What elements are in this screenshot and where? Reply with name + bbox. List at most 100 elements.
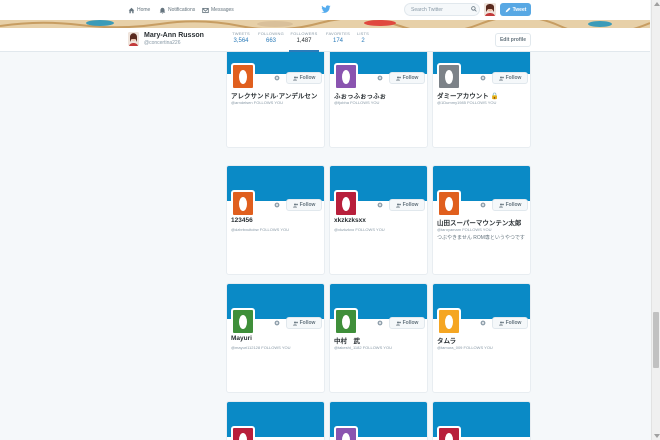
follow-button[interactable]: Follow [286, 72, 322, 84]
follows-you-badge: FOLLOWS YOU [350, 100, 380, 105]
card-name[interactable]: 中村 武 [334, 335, 360, 345]
card-handle-text[interactable]: @tamura_009 [437, 345, 462, 350]
card-name[interactable]: アレクサンドル·アンデルセン [231, 90, 317, 100]
gear-icon[interactable] [377, 202, 383, 208]
card-name[interactable]: タムラ [437, 335, 456, 345]
card-name[interactable]: ふぉっふぉっふぉ [334, 90, 386, 100]
card-avatar[interactable] [437, 426, 461, 440]
follow-button[interactable]: Follow [492, 317, 528, 329]
card-avatar[interactable] [231, 308, 255, 335]
scrollbar[interactable] [651, 0, 660, 440]
card-name[interactable]: xkzkzksxx [334, 217, 366, 224]
search-icon[interactable] [471, 6, 477, 12]
card-handle: @taroyamam FOLLOWS YOU [437, 227, 491, 232]
follow-button[interactable]: Follow [389, 199, 425, 211]
search-input[interactable]: Search Twitter [404, 3, 480, 16]
stat-value: 663 [265, 38, 276, 44]
follower-card[interactable]: Follow 中村 武 @takeshi_1182 FOLLOWS YOU [329, 283, 428, 393]
follow-button[interactable]: Follow [286, 317, 322, 329]
follower-card[interactable]: Follow ふぉっふぉっふぉ @fjobha FOLLOWS YOU [329, 52, 428, 148]
card-handle-text[interactable]: @arndelsen [231, 100, 253, 105]
follow-button-label: Follow [299, 202, 316, 208]
gear-icon[interactable] [480, 75, 486, 81]
card-avatar[interactable] [334, 63, 358, 90]
gear-icon[interactable] [274, 202, 280, 208]
stat-following[interactable]: FOLLOWING 663 [257, 31, 285, 52]
scroll-thumb[interactable] [653, 312, 659, 368]
card-avatar[interactable] [231, 190, 255, 217]
user-avatar-menu[interactable] [484, 3, 496, 16]
stat-followers[interactable]: FOLLOWERS 1,487 [289, 31, 319, 52]
edit-profile-button[interactable]: Edit profile [495, 33, 531, 47]
follower-card[interactable] [432, 401, 531, 440]
follower-card[interactable] [329, 401, 428, 440]
card-handle-text[interactable]: @1Dummy1985 [437, 100, 466, 105]
gear-icon[interactable] [480, 202, 486, 208]
card-avatar[interactable] [437, 63, 461, 90]
follow-button[interactable]: Follow [389, 72, 425, 84]
scroll-down-arrow[interactable] [654, 434, 660, 438]
gear-icon[interactable] [480, 320, 486, 326]
card-avatar[interactable] [334, 190, 358, 217]
profile-avatar[interactable] [128, 32, 139, 46]
card-avatar[interactable] [334, 426, 358, 440]
follows-you-badge: FOLLOWS YOU [467, 100, 497, 105]
follower-card[interactable]: Follow xkzkzksxx @xkzkzkxo FOLLOWS YOU [329, 165, 428, 275]
tweet-button[interactable]: Tweet [500, 3, 531, 16]
bell-icon [159, 7, 166, 14]
follower-card[interactable]: Follow タムラ @tamura_009 FOLLOWS YOU [432, 283, 531, 393]
card-avatar[interactable] [437, 308, 461, 335]
card-handle: @dzbrbxuitobw FOLLOWS YOU [231, 227, 289, 232]
follows-you-badge: FOLLOWS YOU [261, 345, 291, 350]
card-avatar[interactable] [334, 308, 358, 335]
follower-card[interactable]: Follow アレクサンドル·アンデルセン @arndelsen FOLLOWS Y… [226, 52, 325, 148]
follow-button[interactable]: Follow [389, 317, 425, 329]
card-name[interactable]: 123456 [231, 217, 253, 224]
gear-icon[interactable] [274, 320, 280, 326]
stat-favorites[interactable]: FAVORITES 174 [324, 31, 352, 52]
follower-card[interactable]: Follow ダミーアカウント 🔒 @1Dummy1985 FOLLOWS YOU [432, 52, 531, 148]
card-handle-text[interactable]: @takeshi_1182 [334, 345, 362, 350]
egg-avatar-icon [239, 69, 247, 84]
card-handle-text[interactable]: @mayuri112128 [231, 345, 260, 350]
follower-card[interactable]: Follow 山田スーパーマウンテン太郎 @taroyamam FOLLOWS YO… [432, 165, 531, 275]
stat-label: LISTS [356, 31, 370, 36]
card-handle-text[interactable]: @xkzkzkxo [334, 227, 354, 232]
card-handle-text[interactable]: @fjobha [334, 100, 349, 105]
card-handle: @1Dummy1985 FOLLOWS YOU [437, 100, 496, 105]
card-name[interactable]: Mayuri [231, 335, 252, 342]
gear-icon[interactable] [377, 75, 383, 81]
follows-you-badge: FOLLOWS YOU [259, 227, 290, 232]
card-name[interactable]: 山田スーパーマウンテン太郎 [437, 217, 521, 227]
stat-tweets[interactable]: TWEETS 3,564 [230, 31, 252, 52]
egg-avatar-icon [342, 432, 350, 440]
follower-card[interactable] [226, 401, 325, 440]
card-avatar[interactable] [437, 190, 461, 217]
nav-notifications[interactable]: Notifications [159, 4, 195, 16]
gear-icon[interactable] [274, 75, 280, 81]
profile-nav: Mary-Ann Russon @concertina226 TWEETS 3,… [0, 28, 650, 52]
stat-lists[interactable]: LISTS 2 [356, 31, 370, 52]
follow-button[interactable]: Follow [492, 72, 528, 84]
card-handle-text[interactable]: @dzbrbxuitobw [231, 227, 259, 232]
follow-button[interactable]: Follow [492, 199, 528, 211]
scroll-up-arrow[interactable] [654, 2, 660, 6]
profile-handle[interactable]: @concertina226 [144, 40, 181, 46]
nav-messages[interactable]: Messages [202, 4, 234, 16]
follower-card[interactable]: Follow Mayuri @mayuri112128 FOLLOWS YOU [226, 283, 325, 393]
card-name[interactable]: ダミーアカウント 🔒 [437, 90, 499, 100]
follow-button[interactable]: Follow [286, 199, 322, 211]
card-avatar[interactable] [231, 426, 255, 440]
add-user-icon [395, 321, 401, 325]
nav-home[interactable]: Home [128, 4, 150, 16]
follower-card[interactable]: Follow 123456 @dzbrbxuitobw FOLLOWS YOU [226, 165, 325, 275]
gear-icon[interactable] [377, 320, 383, 326]
card-avatar[interactable] [231, 63, 255, 90]
stat-label: FOLLOWERS [290, 31, 318, 36]
twitter-bird-icon[interactable] [321, 5, 331, 14]
add-user-icon [292, 203, 298, 207]
card-handle-text[interactable]: @taroyamam [437, 227, 461, 232]
profile-banner [0, 20, 650, 28]
add-user-icon [292, 76, 298, 80]
profile-name[interactable]: Mary-Ann Russon [144, 32, 204, 39]
